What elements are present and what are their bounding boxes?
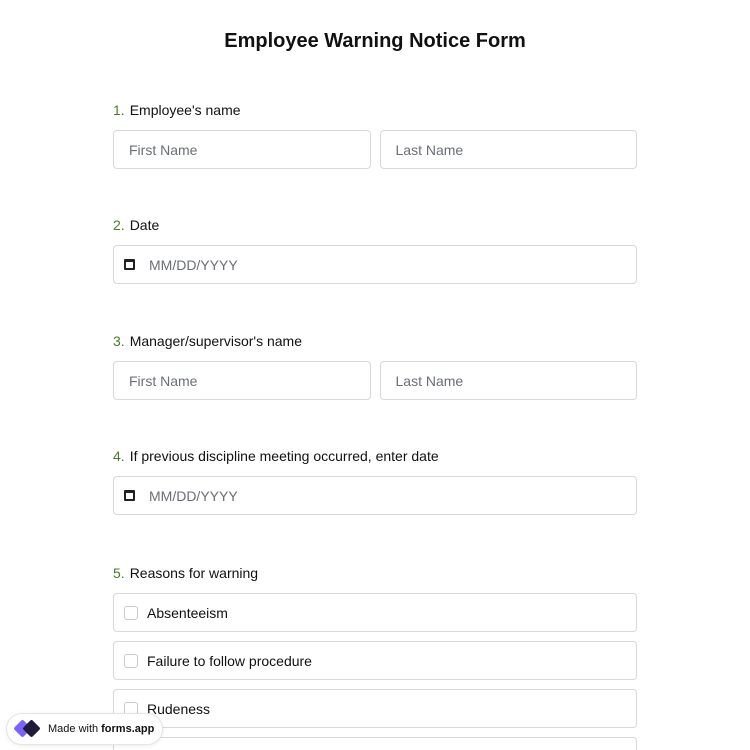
question-number: 4.	[113, 448, 125, 464]
date-field[interactable]	[113, 245, 637, 284]
previous-discipline-date-input[interactable]	[149, 487, 636, 504]
employee-last-name-field[interactable]	[379, 130, 637, 169]
date-input[interactable]	[149, 256, 636, 273]
option-failure-to-follow-procedure[interactable]: Failure to follow procedure	[113, 641, 637, 680]
manager-first-name-field[interactable]	[113, 361, 371, 400]
badge-brand: forms.app	[101, 723, 155, 735]
question-text: Date	[129, 217, 160, 233]
employee-first-name-field[interactable]	[113, 130, 371, 169]
question-manager-name: 3. Manager/supervisor's name	[113, 331, 637, 400]
calendar-icon[interactable]	[124, 490, 135, 501]
question-label: 1. Employee's name	[113, 100, 637, 120]
option-rudeness[interactable]: Rudeness	[113, 689, 637, 728]
question-label: 4. If previous discipline meeting occurre…	[113, 446, 637, 466]
question-label: 5. Reasons for warning	[113, 563, 637, 583]
question-label: 2. Date	[113, 215, 637, 235]
made-with-badge[interactable]: Made with forms.app	[6, 713, 163, 745]
question-number: 1.	[113, 102, 125, 118]
question-text: If previous discipline meeting occurred,…	[129, 448, 439, 464]
question-number: 2.	[113, 217, 125, 233]
form-page: Employee Warning Notice Form 1. Employee'…	[0, 0, 750, 750]
manager-first-name-input[interactable]	[129, 372, 370, 389]
question-previous-discipline-date: 4. If previous discipline meeting occurre…	[113, 446, 637, 515]
question-number: 5.	[113, 565, 125, 581]
option-label: Rudeness	[147, 700, 211, 717]
question-reasons-for-warning: 5. Reasons for warning Absenteeism Failur…	[113, 563, 637, 750]
question-text: Manager/supervisor's name	[129, 333, 302, 349]
checkbox-icon[interactable]	[124, 605, 138, 620]
calendar-icon[interactable]	[124, 259, 135, 270]
form-title: Employee Warning Notice Form	[224, 30, 526, 52]
badge-prefix: Made with	[48, 723, 99, 735]
employee-last-name-input[interactable]	[395, 141, 636, 158]
question-label: 3. Manager/supervisor's name	[113, 331, 637, 351]
manager-last-name-field[interactable]	[379, 361, 637, 400]
manager-last-name-input[interactable]	[395, 372, 636, 389]
question-employee-name: 1. Employee's name	[113, 100, 637, 169]
checkbox-icon[interactable]	[124, 653, 138, 668]
previous-discipline-date-field[interactable]	[113, 476, 637, 515]
option-label: Failure to follow procedure	[147, 652, 312, 669]
option-partial[interactable]	[113, 737, 637, 750]
forms-app-logo-icon	[13, 719, 42, 739]
question-number: 3.	[113, 333, 125, 349]
employee-first-name-input[interactable]	[129, 141, 370, 158]
question-date: 2. Date	[113, 215, 637, 284]
option-label: Absenteeism	[147, 604, 228, 621]
question-text: Employee's name	[129, 102, 241, 118]
question-text: Reasons for warning	[129, 565, 259, 581]
option-absenteeism[interactable]: Absenteeism	[113, 593, 637, 632]
